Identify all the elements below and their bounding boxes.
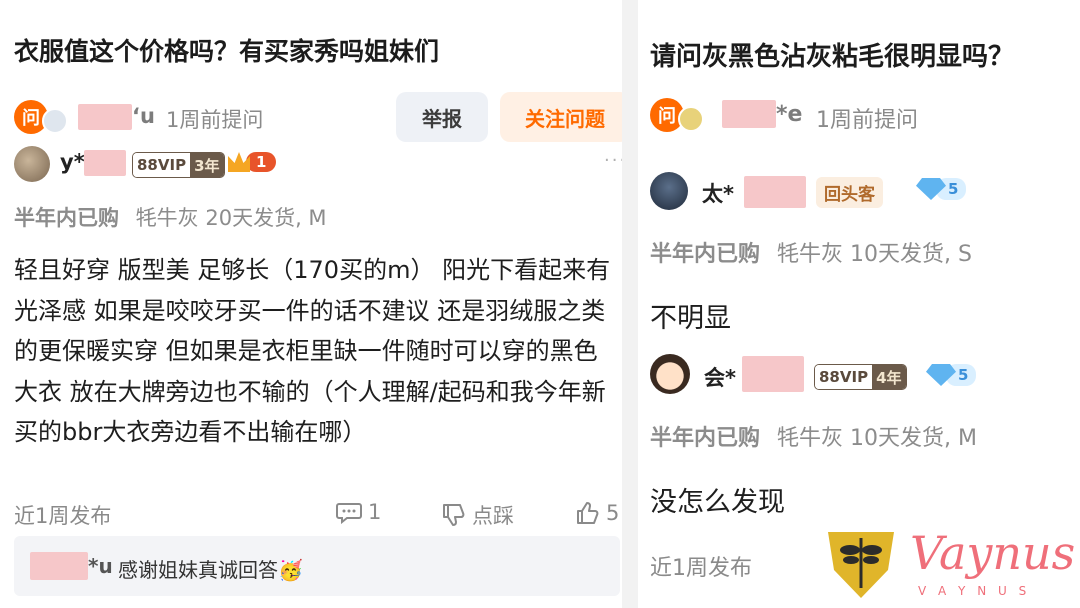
comment-count: 1 xyxy=(368,500,382,524)
crown-level-badge: 1 xyxy=(228,152,277,172)
answer-avatar xyxy=(650,172,688,210)
purchase-prefix: 半年内已购 xyxy=(14,206,119,230)
purchase-detail: 牦牛灰 10天发货, S xyxy=(777,242,972,267)
report-button[interactable]: 举报 xyxy=(396,92,488,142)
vip-years: 3年 xyxy=(190,153,224,177)
thumbs-up-icon xyxy=(577,502,599,524)
asker-time: 1周前提问 xyxy=(816,108,918,133)
comment-button[interactable]: 1 xyxy=(336,500,381,524)
like-count: 5 xyxy=(606,501,620,525)
dislike-label: 点踩 xyxy=(472,504,514,528)
question-title: 请问灰黑色沾灰粘毛很明显吗？ xyxy=(650,42,1015,72)
answer-posted-time: 近1周发布 xyxy=(14,504,112,528)
asker-name-suffix: *e xyxy=(776,102,803,127)
crown-level: 1 xyxy=(246,152,277,172)
redacted-asker-name xyxy=(722,100,776,128)
asker-time: 1周前提问 xyxy=(166,108,264,132)
more-options-icon[interactable]: ··· xyxy=(604,150,622,171)
vip-years: 4年 xyxy=(872,365,906,389)
redacted-username xyxy=(744,176,806,208)
answer-avatar xyxy=(14,146,50,182)
answer-posted-time: 近1周发布 xyxy=(650,556,752,581)
vip-label: 88VIP xyxy=(815,365,873,389)
vaynus-logo-icon xyxy=(822,526,900,606)
asker-avatar xyxy=(678,106,704,132)
answer-content: 轻且好穿 版型美 足够长（170买的m） 阳光下看起来有光泽感 如果是咬咬牙买一… xyxy=(14,256,611,446)
purchase-info: 半年内已购 牦牛灰 10天发货, S xyxy=(650,236,972,268)
returning-customer-tag: 回头客 xyxy=(816,177,883,208)
purchase-prefix: 半年内已购 xyxy=(650,242,761,267)
answer-content: 没怎么发现 xyxy=(650,487,785,518)
vip-badge: 88VIP 3年 xyxy=(132,152,225,178)
answer-username: 会* xyxy=(704,366,736,390)
redacted-username xyxy=(742,356,804,392)
vip-badge: 88VIP 4年 xyxy=(814,364,907,390)
redacted-username xyxy=(84,150,126,176)
reply-name-suffix: *u xyxy=(88,554,113,578)
gem-level-badge: 5 xyxy=(916,178,967,200)
left-question-panel: 衣服值这个价格吗？有买家秀吗姐妹们 问 ‘u 1周前提问 举报 关注问题 y* … xyxy=(0,0,622,608)
watermark-brand: Vaynus xyxy=(910,526,1076,580)
purchase-detail: 牦牛灰 10天发货, M xyxy=(777,426,977,451)
right-question-panel: 请问灰黑色沾灰粘毛很明显吗？ 问 *e 1周前提问 太* 回头客 5 半年内已购… xyxy=(638,0,1080,608)
comment-icon xyxy=(336,503,362,524)
asker-avatar xyxy=(42,108,68,134)
thumbs-down-icon xyxy=(443,504,465,526)
like-button[interactable]: 5 xyxy=(574,500,619,526)
watermark-sub: V A Y N U S xyxy=(918,584,1031,598)
gem-level-badge: 5 xyxy=(926,364,977,386)
purchase-prefix: 半年内已购 xyxy=(650,426,761,451)
redacted-reply-name xyxy=(30,552,88,580)
purchase-info: 半年内已购 牦牛灰 20天发货, M xyxy=(14,202,327,232)
asker-name-suffix: ‘u xyxy=(132,104,155,128)
answer-username: 太* xyxy=(702,182,734,206)
reply-text: 感谢姐妹真诚回答🥳 xyxy=(118,558,303,582)
dislike-button[interactable]: 点踩 xyxy=(440,500,514,530)
purchase-detail: 牦牛灰 20天发货, M xyxy=(135,206,327,230)
answer-content: 不明显 xyxy=(650,303,731,334)
answer-username: y* xyxy=(60,150,85,174)
vip-label: 88VIP xyxy=(133,153,191,177)
purchase-info: 半年内已购 牦牛灰 10天发货, M xyxy=(650,420,977,452)
follow-question-button[interactable]: 关注问题 xyxy=(500,92,622,142)
question-title: 衣服值这个价格吗？有买家秀吗姐妹们 xyxy=(14,37,440,66)
redacted-asker-name xyxy=(78,104,132,130)
panel-divider xyxy=(622,0,638,608)
crown-icon xyxy=(228,152,250,172)
answer-avatar xyxy=(650,354,690,394)
